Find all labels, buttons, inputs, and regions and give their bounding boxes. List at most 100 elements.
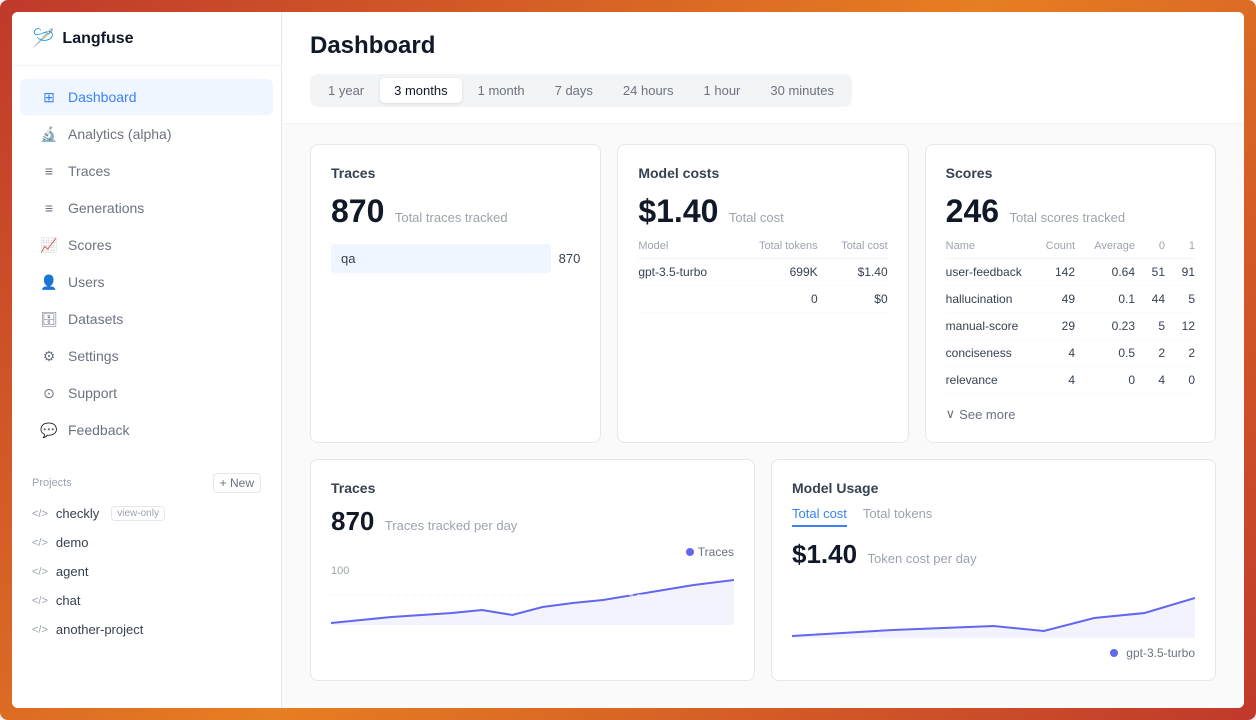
model-cost-2: $0 <box>818 292 888 306</box>
sidebar-item-traces[interactable]: ≡ Traces <box>20 153 273 189</box>
see-more-button[interactable]: ∨ See more <box>946 406 1195 422</box>
project-code-icon: </> <box>32 595 48 607</box>
datasets-icon: 🗄 <box>40 310 58 328</box>
bottom-row: Traces 870 Traces tracked per day Traces <box>310 459 1216 681</box>
sidebar-label-scores: Scores <box>68 237 112 253</box>
score-count-1: 142 <box>1025 265 1075 279</box>
sidebar-label-dashboard: Dashboard <box>68 89 137 105</box>
sidebar-item-generations[interactable]: ≡ Generations <box>20 190 273 226</box>
score-avg-2: 0.1 <box>1075 292 1135 306</box>
filter-1hour[interactable]: 1 hour <box>690 78 755 103</box>
model-row-1: gpt-3.5-turbo 699K $1.40 <box>638 259 887 286</box>
score-1-5: 0 <box>1165 373 1195 387</box>
score-1-4: 2 <box>1165 346 1195 360</box>
project-agent[interactable]: </> agent <box>12 557 281 586</box>
sidebar-item-users[interactable]: 👤 Users <box>20 264 273 300</box>
dashboard-icon: ⊞ <box>40 88 58 106</box>
score-avg-3: 0.23 <box>1075 319 1135 333</box>
filter-1month[interactable]: 1 month <box>464 78 539 103</box>
traces-label: Total traces tracked <box>395 210 508 225</box>
trace-bar-value: 870 <box>559 251 581 266</box>
sidebar-label-traces: Traces <box>68 163 110 179</box>
score-row-5: relevance 4 0 4 0 <box>946 367 1195 394</box>
model-costs-total: $1.40 <box>638 193 718 230</box>
model-usage-tabs: Total cost Total tokens <box>792 506 1195 527</box>
tab-total-cost[interactable]: Total cost <box>792 506 847 527</box>
feedback-icon: 💬 <box>40 421 58 439</box>
analytics-icon: 🔬 <box>40 125 58 143</box>
projects-label: Projects <box>32 477 72 489</box>
sidebar: 🪡 Langfuse ⊞ Dashboard 🔬 Analytics (alph… <box>12 12 282 708</box>
score-avg-4: 0.5 <box>1075 346 1135 360</box>
sidebar-item-feedback[interactable]: 💬 Feedback <box>20 412 273 448</box>
score-row-3: manual-score 29 0.23 5 12 <box>946 313 1195 340</box>
traces-chart-svg <box>331 565 734 625</box>
project-badge-checkly: view-only <box>111 506 165 521</box>
score-0-4: 2 <box>1135 346 1165 360</box>
project-chat[interactable]: </> chat <box>12 586 281 615</box>
model-usage-chart-svg <box>792 578 1195 638</box>
scores-table: Name Count Average 0 1 user-feedback 142… <box>946 240 1195 394</box>
scores-label: Total scores tracked <box>1010 210 1126 225</box>
filter-24hours[interactable]: 24 hours <box>609 78 688 103</box>
sidebar-item-settings[interactable]: ⚙ Settings <box>20 338 273 374</box>
scores-icon: 📈 <box>40 236 58 254</box>
main-header: Dashboard 1 year 3 months 1 month 7 days… <box>282 12 1244 124</box>
logo-icon: 🪡 <box>32 28 54 49</box>
sidebar-item-dashboard[interactable]: ⊞ Dashboard <box>20 79 273 115</box>
project-code-icon: </> <box>32 624 48 636</box>
project-another-project[interactable]: </> another-project <box>12 615 281 644</box>
filter-3months[interactable]: 3 months <box>380 78 461 103</box>
sidebar-label-analytics: Analytics (alpha) <box>68 126 172 142</box>
model-name-2 <box>638 292 737 306</box>
filter-30minutes[interactable]: 30 minutes <box>756 78 848 103</box>
traces-icon: ≡ <box>40 162 58 180</box>
scores-col-name: Name <box>946 240 1025 252</box>
app-name: Langfuse <box>62 30 133 48</box>
sidebar-label-support: Support <box>68 385 117 401</box>
traces-legend-label: Traces <box>698 545 734 559</box>
model-usage-title: Model Usage <box>792 480 1195 496</box>
page-title: Dashboard <box>310 32 1216 60</box>
traces-count: 870 <box>331 193 384 230</box>
score-row-4: conciseness 4 0.5 2 2 <box>946 340 1195 367</box>
project-checkly[interactable]: </> checkly view-only <box>12 499 281 528</box>
project-demo[interactable]: </> demo <box>12 528 281 557</box>
score-0-3: 5 <box>1135 319 1165 333</box>
sidebar-label-feedback: Feedback <box>68 422 129 438</box>
time-filter-bar: 1 year 3 months 1 month 7 days 24 hours … <box>310 74 852 107</box>
sidebar-nav: ⊞ Dashboard 🔬 Analytics (alpha) ≡ Traces… <box>12 66 281 461</box>
score-0-5: 4 <box>1135 373 1165 387</box>
score-count-3: 29 <box>1025 319 1075 333</box>
gpt-legend-dot <box>1110 649 1118 657</box>
project-code-icon: </> <box>32 537 48 549</box>
score-1-2: 5 <box>1165 292 1195 306</box>
score-0-2: 44 <box>1135 292 1165 306</box>
logo-area: 🪡 Langfuse <box>12 12 281 66</box>
tab-total-tokens[interactable]: Total tokens <box>863 506 932 527</box>
scores-table-header: Name Count Average 0 1 <box>946 240 1195 259</box>
score-count-2: 49 <box>1025 292 1075 306</box>
sidebar-label-users: Users <box>68 274 105 290</box>
model-costs-card: Model costs $1.40 Total cost Model Total… <box>617 144 908 443</box>
filter-1year[interactable]: 1 year <box>314 78 378 103</box>
model-tokens-1: 699K <box>738 265 818 279</box>
new-project-button[interactable]: + New <box>213 473 261 493</box>
gpt-legend: gpt-3.5-turbo <box>792 646 1195 660</box>
sidebar-item-datasets[interactable]: 🗄 Datasets <box>20 301 273 337</box>
main-content: Dashboard 1 year 3 months 1 month 7 days… <box>282 12 1244 708</box>
scores-col-count: Count <box>1025 240 1075 252</box>
scores-col-1: 1 <box>1165 240 1195 252</box>
see-more-label: See more <box>959 407 1015 422</box>
support-icon: ⊙ <box>40 384 58 402</box>
sidebar-item-scores[interactable]: 📈 Scores <box>20 227 273 263</box>
trace-bar: qa <box>331 244 551 273</box>
sidebar-item-analytics[interactable]: 🔬 Analytics (alpha) <box>20 116 273 152</box>
col-tokens: Total tokens <box>738 240 818 252</box>
col-cost: Total cost <box>818 240 888 252</box>
score-count-4: 4 <box>1025 346 1075 360</box>
chart-y-label: 100 <box>331 565 349 577</box>
sidebar-item-support[interactable]: ⊙ Support <box>20 375 273 411</box>
filter-7days[interactable]: 7 days <box>541 78 607 103</box>
score-avg-5: 0 <box>1075 373 1135 387</box>
